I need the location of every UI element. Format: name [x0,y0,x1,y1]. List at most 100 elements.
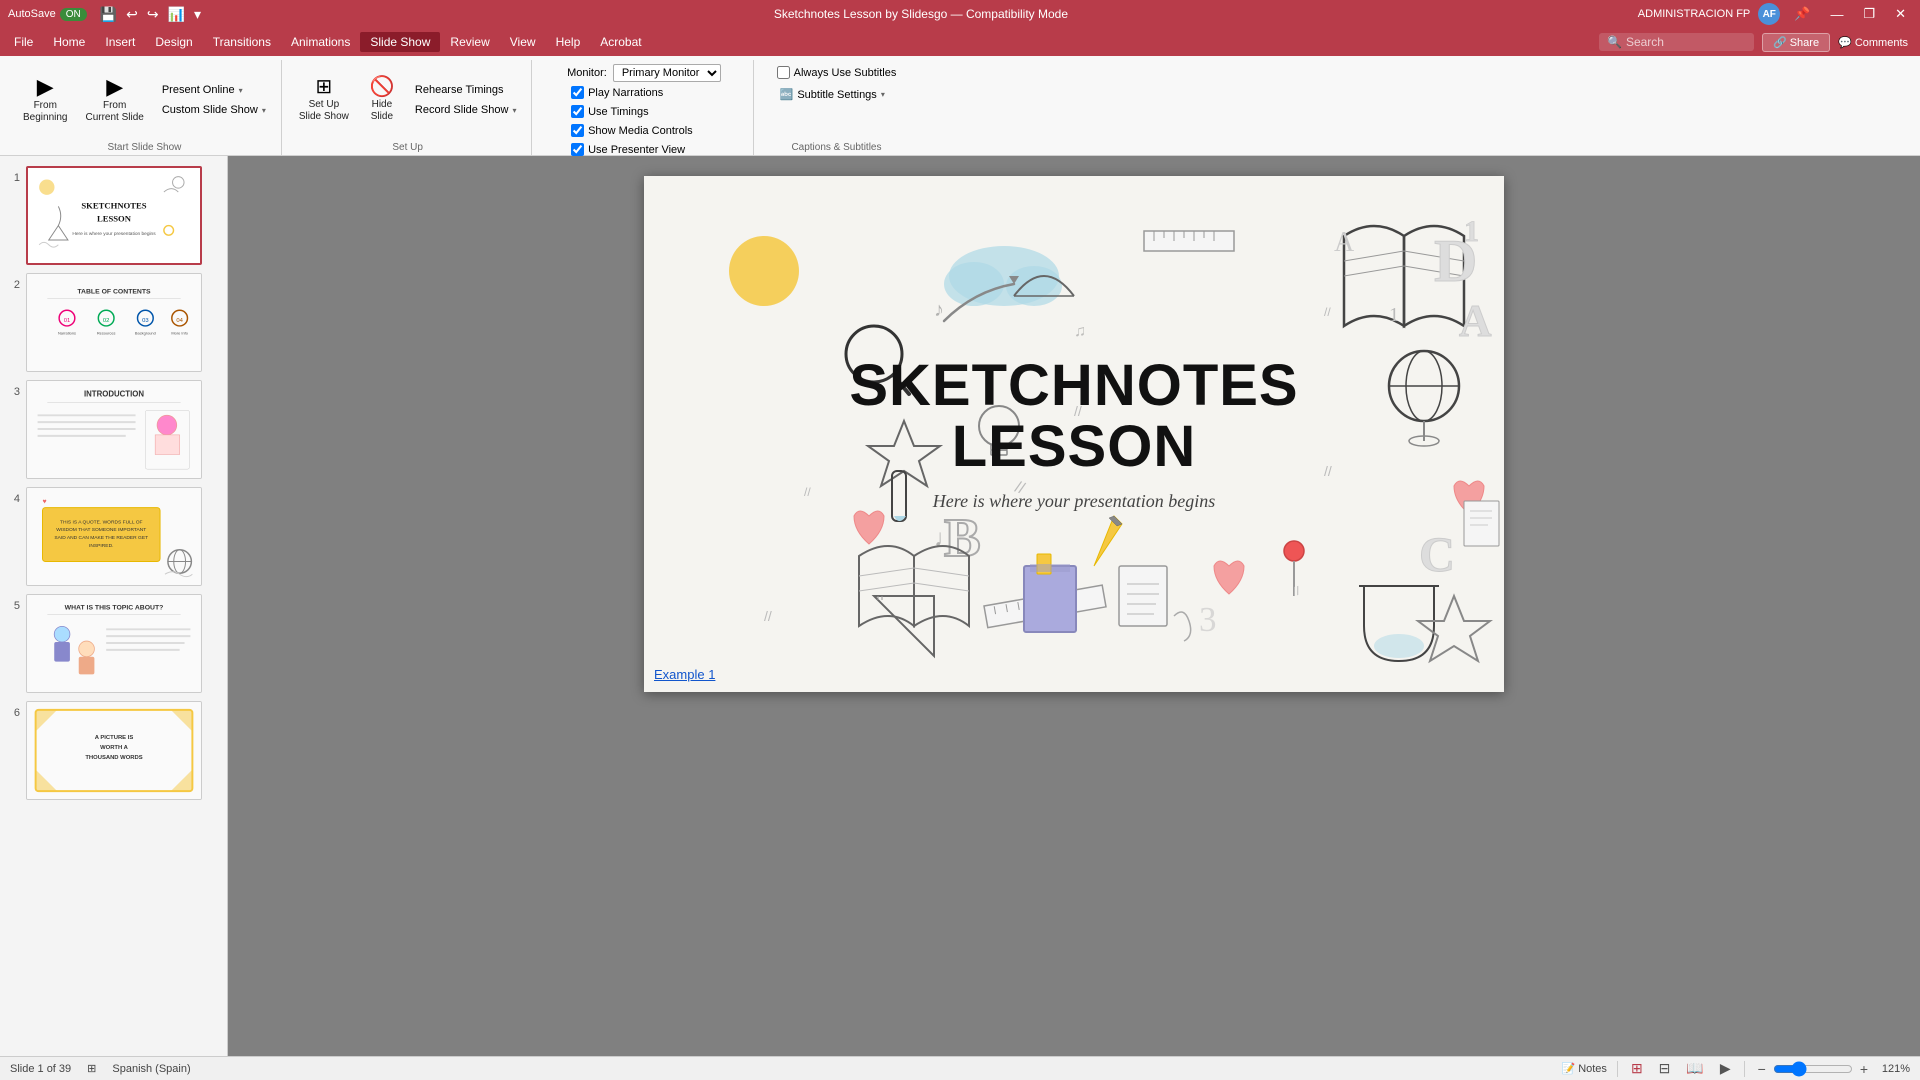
slide-panel[interactable]: 1 SKETCHNOTES LESSON Here is where your … [0,156,228,1056]
svg-text:WORTH A: WORTH A [100,745,129,751]
set-up-slide-show-button[interactable]: ⊞ Set UpSlide Show [292,72,356,128]
subtitle-settings-button[interactable]: 🔤 Subtitle Settings ▾ [773,85,892,104]
close-button[interactable]: ✕ [1889,4,1912,24]
app-title-label: AutoSave [8,8,56,20]
always-use-subtitles-checkbox[interactable]: Always Use Subtitles [773,64,901,81]
ribbon-group-captions: Always Use Subtitles 🔤 Subtitle Settings… [756,60,916,155]
minimize-button[interactable]: — [1824,5,1849,24]
present-online-button[interactable]: Present Online ▾ [155,81,273,99]
ribbon-group-setup: ⊞ Set UpSlide Show 🚫 HideSlide Rehearse … [284,60,533,155]
slide-item-5[interactable]: 5 WHAT IS THIS TOPIC ABOUT? [4,592,223,695]
search-icon: 🔍 [1607,35,1622,49]
reading-view-button[interactable]: 📖 [1683,1060,1706,1077]
play-narrations-input[interactable] [571,86,584,99]
rehearse-timings-button[interactable]: Rehearse Timings [408,81,524,99]
redo-button[interactable]: ↪ [144,6,162,23]
slide-content-area[interactable]: SKETCHNOTESLESSON Here is where your pre… [644,176,1504,692]
show-media-controls-input[interactable] [571,124,584,137]
user-avatar[interactable]: AF [1758,3,1780,25]
custom-slide-show-button[interactable]: Custom Slide Show ▾ [155,101,273,119]
set-up-icon: ⊞ [315,77,332,97]
search-input[interactable] [1626,35,1746,49]
svg-text:More Info: More Info [171,331,188,336]
canvas-area: ♪ ♫ ♩ D A [228,156,1920,1056]
slide-item-6[interactable]: 6 A PICTURE IS WORTH A THOUSAND WORDS [4,699,223,802]
save-button[interactable]: 💾 [97,6,120,23]
slide-item-1[interactable]: 1 SKETCHNOTES LESSON Here is where your … [4,164,223,267]
from-beginning-button[interactable]: ▶ FromBeginning [16,71,74,129]
share-button[interactable]: 🔗 Share [1762,33,1830,52]
slide-thumb-5[interactable]: WHAT IS THIS TOPIC ABOUT? [26,594,202,693]
monitor-row: Monitor: Primary Monitor [567,64,721,82]
zoom-area: − + 121% [1755,1061,1910,1077]
menu-acrobat[interactable]: Acrobat [590,32,651,52]
slide-thumb-3[interactable]: INTRODUCTION [26,380,202,479]
captions-subtitles-label: Captions & Subtitles [791,140,881,155]
menu-bar: File Home Insert Design Transitions Anim… [0,28,1920,56]
restore-button[interactable]: ❐ [1857,4,1881,24]
svg-text:♥: ♥ [42,499,46,506]
notes-button[interactable]: 📝 Notes [1561,1062,1606,1075]
slide-sorter-button[interactable]: ⊟ [1656,1060,1674,1077]
presentation-button[interactable]: 📊 [165,6,188,23]
slide-thumb-1[interactable]: SKETCHNOTES LESSON Here is where your pr… [26,166,202,265]
from-current-slide-button[interactable]: ▶ FromCurrent Slide [78,71,150,129]
undo-button[interactable]: ↩ [123,6,141,23]
menu-file[interactable]: File [4,32,43,52]
record-slide-show-button[interactable]: Record Slide Show ▾ [408,101,524,119]
slide-thumb-content-5: WHAT IS THIS TOPIC ABOUT? [27,595,201,692]
svg-text:03: 03 [142,318,149,324]
svg-text:01: 01 [64,318,71,324]
menu-slideshow[interactable]: Slide Show [360,32,440,52]
menu-review[interactable]: Review [440,32,499,52]
slide-thumb-content-1: SKETCHNOTES LESSON Here is where your pr… [28,168,200,263]
search-bar[interactable]: 🔍 [1599,33,1754,51]
monitor-select[interactable]: Primary Monitor [613,64,721,82]
slide-item-4[interactable]: 4 ♥ THIS IS A QUOTE. WORDS FULL OF WISDO… [4,485,223,588]
svg-text:THIS IS A QUOTE. WORDS FULL OF: THIS IS A QUOTE. WORDS FULL OF [60,519,142,525]
always-use-subtitles-input[interactable] [777,66,790,79]
play-narrations-checkbox[interactable]: Play Narrations [567,84,667,101]
use-presenter-view-input[interactable] [571,143,584,156]
svg-text:SAID AND CAN MAKE THE READER G: SAID AND CAN MAKE THE READER GET [54,535,148,541]
menu-insert[interactable]: Insert [95,32,145,52]
example-link[interactable]: Example 1 [654,667,715,682]
slide-thumb-content-2: TABLE OF CONTENTS 01 02 03 04 Narrations… [27,274,201,371]
menu-design[interactable]: Design [145,32,202,52]
autosave-toggle[interactable]: ON [60,8,87,21]
language-icon: ⊞ [87,1062,96,1075]
slide-num-5: 5 [6,600,20,612]
customize-qa-button[interactable]: ▾ [191,6,204,23]
slide-thumb-4[interactable]: ♥ THIS IS A QUOTE. WORDS FULL OF WISDOM … [26,487,202,586]
menu-help[interactable]: Help [546,32,591,52]
ribbon-toggle-button[interactable]: 📌 [1788,4,1816,24]
slideshow-view-button[interactable]: ▶ [1717,1060,1734,1077]
normal-view-button[interactable]: ⊞ [1628,1060,1646,1077]
slide-canvas[interactable]: ♪ ♫ ♩ D A [644,176,1504,692]
user-area: ADMINISTRACION FP AF 📌 — ❐ ✕ [1638,3,1912,25]
use-timings-input[interactable] [571,105,584,118]
comments-button[interactable]: 💬 Comments [1830,34,1916,51]
menu-transitions[interactable]: Transitions [203,32,281,52]
from-beginning-icon: ▶ [37,76,54,98]
zoom-slider[interactable] [1773,1061,1853,1077]
use-timings-checkbox[interactable]: Use Timings [567,103,653,120]
slide-item-3[interactable]: 3 INTRODUCTION [4,378,223,481]
slide-thumb-6[interactable]: A PICTURE IS WORTH A THOUSAND WORDS [26,701,202,800]
slide-num-6: 6 [6,707,20,719]
zoom-out-button[interactable]: − [1755,1061,1769,1077]
menu-animations[interactable]: Animations [281,32,360,52]
slide-num-1: 1 [6,172,20,184]
zoom-in-button[interactable]: + [1857,1061,1871,1077]
svg-text:Narrations: Narrations [58,331,76,336]
svg-text:A PICTURE IS: A PICTURE IS [95,735,134,741]
hide-slide-button[interactable]: 🚫 HideSlide [360,72,404,128]
from-beginning-label: FromBeginning [23,100,67,124]
menu-home[interactable]: Home [43,32,95,52]
slide-item-2[interactable]: 2 TABLE OF CONTENTS 01 02 03 04 Narr [4,271,223,374]
slideshow-dropdown-col: Present Online ▾ Custom Slide Show ▾ [155,81,273,119]
menu-view[interactable]: View [500,32,546,52]
svg-text:WISDOM THAT SOMEONE IMPORTANT: WISDOM THAT SOMEONE IMPORTANT [56,527,146,533]
show-media-controls-checkbox[interactable]: Show Media Controls [567,122,697,139]
slide-thumb-2[interactable]: TABLE OF CONTENTS 01 02 03 04 Narrations… [26,273,202,372]
